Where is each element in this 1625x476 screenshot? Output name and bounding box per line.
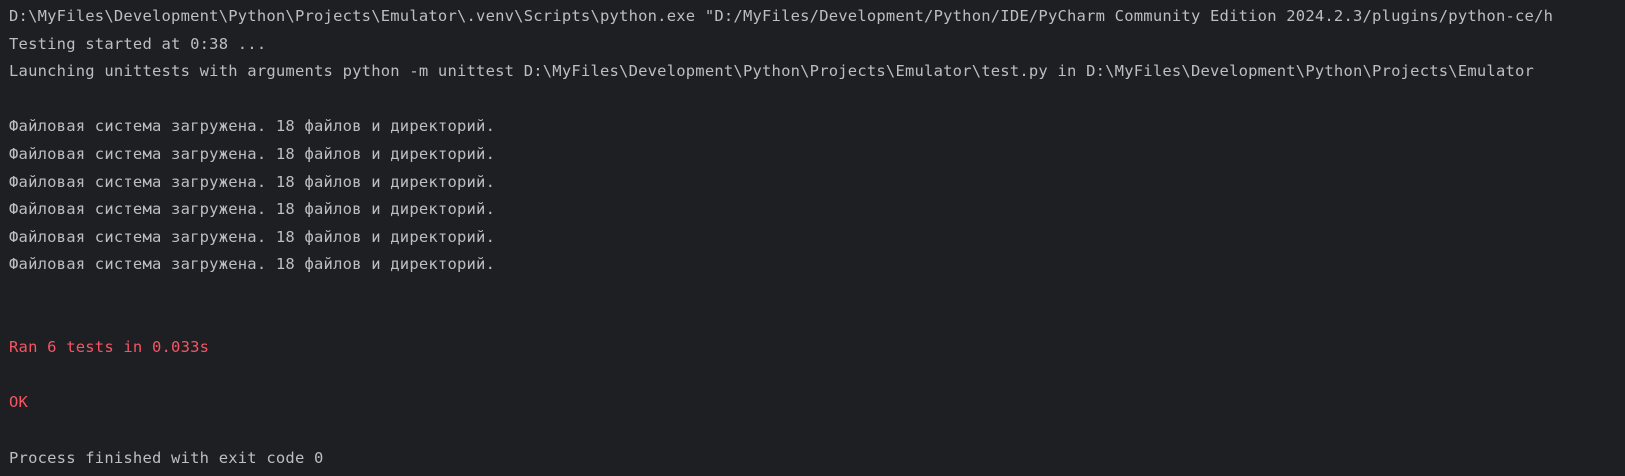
run-console-output[interactable]: D:\MyFiles\Development\Python\Projects\E… [0, 0, 1625, 476]
console-line-launching: Launching unittests with arguments pytho… [9, 62, 1535, 81]
console-line-fs-loaded: Файловая система загружена. 18 файлов и … [9, 144, 496, 163]
console-line-fs-loaded: Файловая система загружена. 18 файлов и … [9, 117, 496, 136]
console-line-fs-loaded: Файловая система загружена. 18 файлов и … [9, 172, 496, 191]
console-line-testing-started: Testing started at 0:38 ... [9, 34, 267, 53]
console-line-test-result: OK [9, 393, 29, 412]
console-line-fs-loaded: Файловая система загружена. 18 файлов и … [9, 200, 496, 219]
console-line-command: D:\MyFiles\Development\Python\Projects\E… [9, 7, 1554, 25]
console-line-fs-loaded: Файловая система загружена. 18 файлов и … [9, 227, 496, 246]
console-line-test-summary: Ran 6 tests in 0.033s [9, 338, 210, 357]
console-line-exit-code: Process finished with exit code 0 [9, 448, 324, 467]
console-line-fs-loaded: Файловая система загружена. 18 файлов и … [9, 255, 496, 274]
